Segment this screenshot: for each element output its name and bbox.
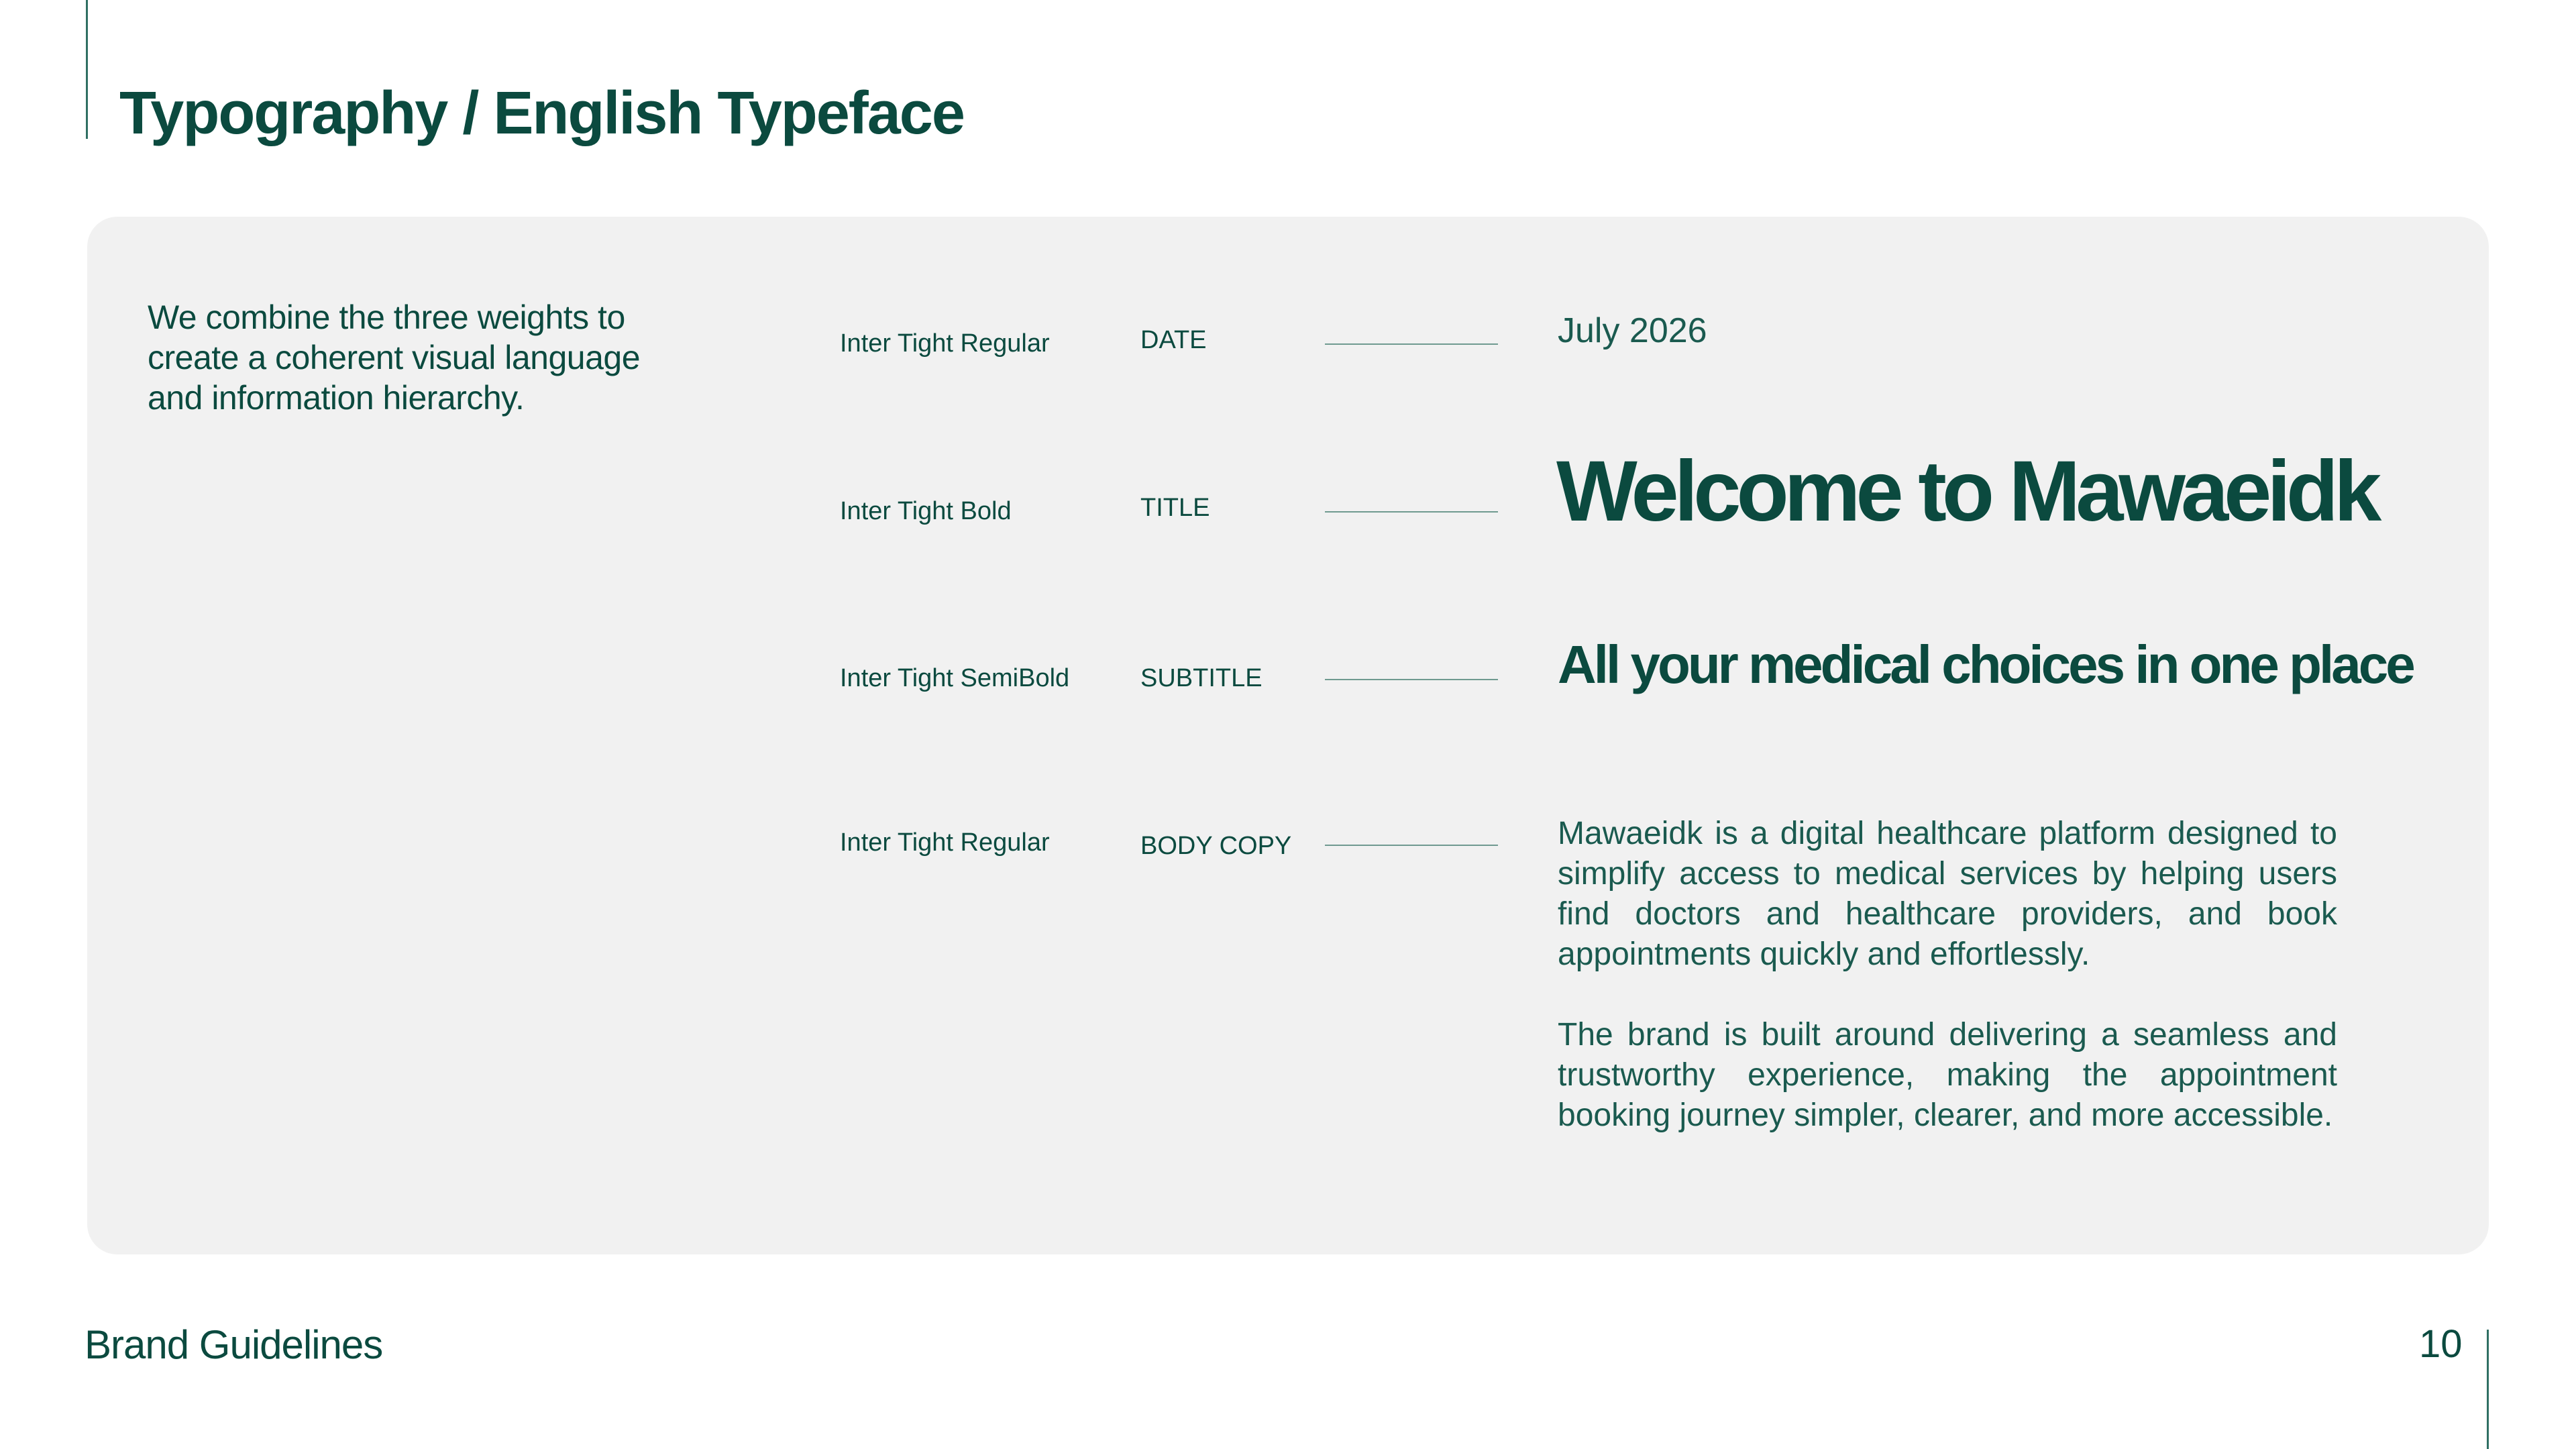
role-label: TITLE [1140, 494, 1210, 522]
font-name-label: Inter Tight Regular [840, 329, 1050, 358]
sample-title: Welcome to Mawaeidk [1556, 443, 2381, 539]
font-name-label: Inter Tight SemiBold [840, 664, 1070, 692]
sample-subtitle: All your medical choices in one place [1558, 635, 2416, 694]
top-left-accent-line [86, 0, 88, 139]
role-label: BODY COPY [1140, 832, 1292, 860]
role-label: DATE [1140, 326, 1207, 354]
body-paragraph: Mawaeidk is a digital healthcare platfor… [1558, 816, 2337, 972]
connector-line [1325, 845, 1498, 846]
role-label: SUBTITLE [1140, 664, 1263, 692]
connector-line [1325, 511, 1498, 513]
footer-brand-guidelines: Brand Guidelines [85, 1322, 383, 1367]
page-title: Typography / English Typeface [119, 80, 965, 147]
body-paragraph: The brand is built around delivering a s… [1558, 1017, 2337, 1133]
connector-line [1325, 343, 1498, 345]
sample-body-copy: Mawaeidk is a digital healthcare platfor… [1558, 814, 2337, 1176]
bottom-right-accent-line [2487, 1330, 2489, 1449]
sample-date: July 2026 [1558, 311, 1707, 350]
connector-line [1325, 679, 1498, 680]
font-name-label: Inter Tight Regular [840, 828, 1050, 857]
page-number: 10 [2419, 1322, 2463, 1366]
font-name-label: Inter Tight Bold [840, 497, 1012, 525]
intro-text: We combine the three weights to create a… [148, 299, 641, 417]
typography-panel: We combine the three weights to create a… [87, 217, 2489, 1254]
